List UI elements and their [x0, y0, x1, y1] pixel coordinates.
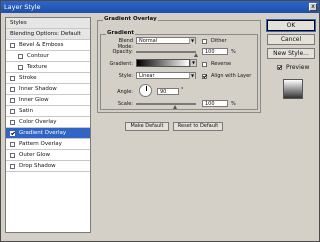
opacity-slider-thumb[interactable] [193, 53, 198, 57]
preview-label: Preview [286, 64, 310, 71]
sidebar-item-color-overlay[interactable]: Color Overlay [6, 117, 90, 128]
chevron-down-icon: ▼ [189, 73, 195, 79]
chevron-down-icon: ▼ [189, 38, 195, 44]
reverse-option[interactable]: Reverse [202, 61, 231, 67]
align-with-layer-option[interactable]: Align with Layer [202, 73, 251, 79]
texture-checkbox[interactable] [18, 64, 23, 70]
align-with-layer-label: Align with Layer [211, 73, 252, 79]
style-label: Style: [118, 73, 133, 79]
sidebar-item-label: Gradient Overlay [19, 130, 67, 136]
sidebar-item-label: Bevel & Emboss [19, 42, 64, 48]
angle-field[interactable]: 90 [157, 88, 179, 95]
sidebar-item-pattern-overlay[interactable]: Pattern Overlay [6, 139, 90, 150]
pattern-overlay-checkbox[interactable] [10, 141, 15, 147]
sidebar-item-blending-options[interactable]: Blending Options: Default [6, 29, 90, 40]
sidebar-item-contour[interactable]: Contour [6, 51, 90, 62]
opacity-label: Opacity: [112, 49, 133, 55]
sidebar-item-outer-glow[interactable]: Outer Glow [6, 150, 90, 161]
preview-option[interactable]: Preview [277, 64, 309, 71]
sidebar-item-label: Drop Shadow [19, 163, 56, 169]
sidebar-item-inner-shadow[interactable]: Inner Shadow [6, 84, 90, 95]
blend-mode-value: Normal [139, 38, 158, 44]
close-icon[interactable]: x [309, 3, 317, 11]
sidebar-item-gradient-overlay[interactable]: Gradient Overlay [6, 128, 90, 139]
subgroup-title: Gradient [106, 30, 136, 36]
sidebar-item-label: Pattern Overlay [19, 141, 62, 147]
scale-slider-thumb[interactable] [172, 105, 177, 109]
angle-dial[interactable] [139, 84, 152, 97]
angle-unit: ° [181, 87, 184, 93]
bevel-emboss-checkbox[interactable] [10, 42, 15, 48]
sidebar-item-label: Contour [27, 53, 49, 59]
sidebar-item-stroke[interactable]: Stroke [6, 73, 90, 84]
scale-unit: % [231, 101, 236, 107]
sidebar-item-inner-glow[interactable]: Inner Glow [6, 95, 90, 106]
style-value: Linear [139, 73, 155, 79]
chevron-down-icon: ▼ [190, 60, 196, 66]
title-bar: Layer Style x [1, 1, 319, 13]
inner-shadow-checkbox[interactable] [10, 86, 15, 92]
scale-label: Scale: [117, 101, 133, 107]
ok-button[interactable]: OK [266, 19, 316, 32]
dither-checkbox[interactable] [202, 38, 207, 44]
reverse-checkbox[interactable] [202, 61, 207, 67]
contour-checkbox[interactable] [18, 53, 23, 59]
sidebar-item-label: Stroke [19, 75, 37, 81]
group-title: Gradient Overlay [103, 16, 158, 22]
drop-shadow-checkbox[interactable] [10, 163, 15, 169]
outer-glow-checkbox[interactable] [10, 152, 15, 158]
dither-label: Dither [211, 38, 227, 44]
blend-mode-dropdown[interactable]: Normal ▼ [136, 37, 196, 44]
preview-thumbnail [283, 79, 303, 99]
align-with-layer-checkbox[interactable] [202, 73, 207, 79]
reverse-label: Reverse [211, 61, 232, 67]
sidebar-item-label: Styles [10, 20, 27, 26]
new-style-button[interactable]: New Style... [267, 48, 315, 59]
satin-checkbox[interactable] [10, 108, 15, 114]
sidebar-item-label: Inner Glow [19, 97, 49, 103]
preview-checkbox[interactable] [277, 65, 282, 70]
sidebar-item-drop-shadow[interactable]: Drop Shadow [6, 161, 90, 172]
gradient-overlay-checkbox[interactable] [10, 130, 15, 136]
opacity-field[interactable]: 100 [202, 48, 228, 55]
gradient-picker[interactable] [136, 59, 190, 67]
opacity-unit: % [231, 49, 236, 55]
window-title: Layer Style [4, 3, 41, 11]
sidebar-item-bevel-emboss[interactable]: Bevel & Emboss [6, 40, 90, 51]
cancel-button[interactable]: Cancel [267, 34, 315, 45]
inner-glow-checkbox[interactable] [10, 97, 15, 103]
gradient-dropdown[interactable]: ▼ [190, 59, 197, 67]
style-dropdown[interactable]: Linear ▼ [136, 72, 196, 79]
scale-field[interactable]: 100 [202, 100, 228, 107]
angle-label: Angle: [117, 89, 133, 95]
sidebar-item-label: Outer Glow [19, 152, 51, 158]
sidebar-item-label: Inner Shadow [19, 86, 57, 92]
sidebar-item-label: Color Overlay [19, 119, 57, 125]
sidebar-item-label: Satin [19, 108, 34, 114]
layer-style-dialog: Layer Style x Styles Blending Options: D… [0, 0, 320, 242]
stroke-checkbox[interactable] [10, 75, 15, 81]
make-default-button[interactable]: Make Default [125, 122, 169, 131]
dither-option[interactable]: Dither [202, 38, 227, 44]
reset-to-default-button[interactable]: Reset to Default [173, 122, 223, 131]
sidebar-item-satin[interactable]: Satin [6, 106, 90, 117]
opacity-slider-track[interactable] [136, 51, 196, 53]
sidebar-item-label: Texture [27, 64, 48, 70]
sidebar-item-texture[interactable]: Texture [6, 62, 90, 73]
gradient-label: Gradient: [109, 61, 133, 67]
color-overlay-checkbox[interactable] [10, 119, 15, 125]
sidebar-item-label: Blending Options: Default [10, 31, 81, 37]
styles-sidebar: Styles Blending Options: Default Bevel &… [5, 17, 91, 233]
sidebar-item-styles[interactable]: Styles [6, 18, 90, 29]
scale-slider-track[interactable] [136, 103, 196, 105]
